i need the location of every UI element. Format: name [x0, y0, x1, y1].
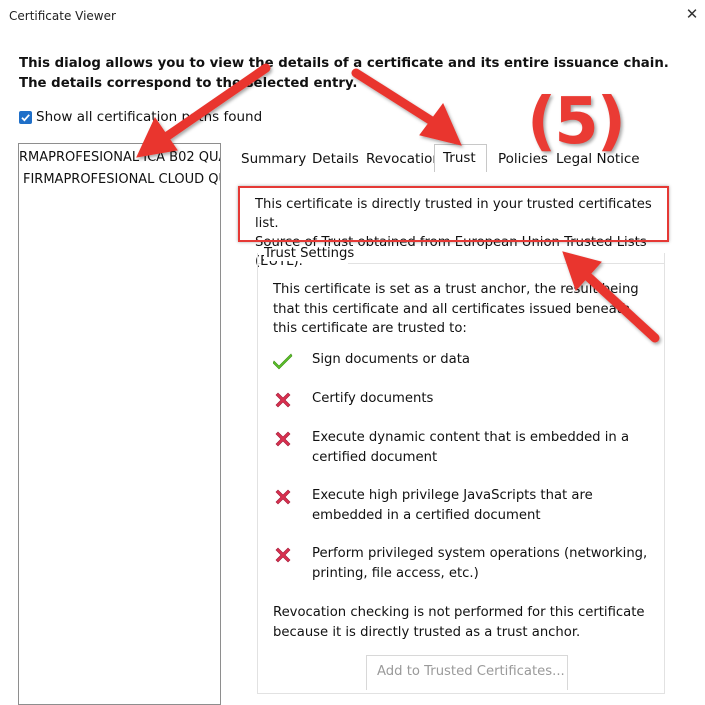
add-to-trusted-certificates-button[interactable]: Add to Trusted Certificates...	[366, 655, 568, 690]
tab-revocation[interactable]: Revocation	[366, 151, 441, 167]
permission-label: Certify documents	[312, 391, 434, 406]
tab-trust[interactable]: Trust	[434, 144, 487, 172]
chain-item[interactable]: RMAPROFESIONAL ICA B02 QUAI	[19, 150, 220, 165]
add-button-label: Add to Trusted Certificates...	[377, 664, 565, 679]
cross-icon	[275, 547, 291, 563]
close-icon[interactable]: ✕	[684, 6, 700, 22]
show-all-paths-label[interactable]: Show all certification paths found	[36, 109, 262, 125]
cross-icon	[275, 392, 291, 408]
annotation-step-label: (5)	[527, 85, 626, 159]
permission-label: Sign documents or data	[312, 352, 470, 367]
show-all-paths-checkbox[interactable]	[19, 111, 32, 124]
certificate-chain-list[interactable]: RMAPROFESIONAL ICA B02 QUAI FIRMAPROFESI…	[18, 143, 221, 705]
group-border	[348, 263, 664, 264]
annotation-highlight-box	[238, 186, 669, 242]
revocation-note: Revocation checking is not performed for…	[273, 605, 645, 640]
cross-icon	[275, 431, 291, 447]
trust-settings-title: Trust Settings	[264, 246, 355, 261]
tab-strip: Summary Details Revocation Trust Policie…	[232, 140, 702, 172]
chain-item[interactable]: FIRMAPROFESIONAL CLOUD QU	[23, 172, 220, 187]
check-icon	[273, 353, 293, 370]
group-border	[257, 263, 261, 264]
cross-icon	[275, 489, 291, 505]
permission-label: Execute dynamic content that is embedded…	[312, 430, 630, 465]
tab-details[interactable]: Details	[312, 151, 359, 167]
trust-settings-description: This certificate is set as a trust ancho…	[273, 282, 639, 336]
checkmark-icon	[21, 114, 30, 122]
tab-summary[interactable]: Summary	[241, 151, 306, 167]
window-title: Certificate Viewer	[9, 9, 116, 23]
permission-label: Perform privileged system operations (ne…	[312, 546, 648, 581]
permission-label: Execute high privilege JavaScripts that …	[312, 488, 593, 523]
